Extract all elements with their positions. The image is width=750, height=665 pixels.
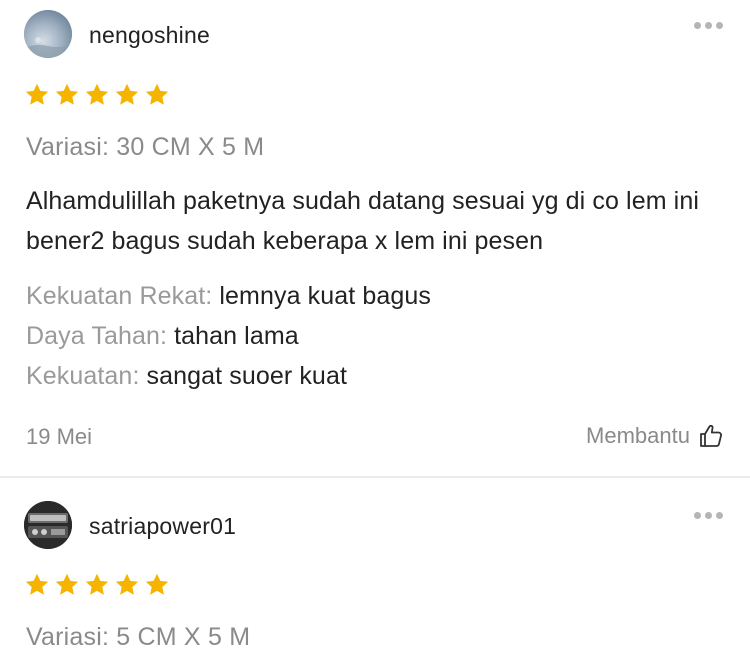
- star-icon: [85, 573, 109, 595]
- review-attribute: Kekuatan: sangat suoer kuat: [26, 362, 347, 391]
- review-attribute: Daya Tahan: tahan lama: [26, 322, 299, 351]
- star-icon: [115, 573, 139, 595]
- helpful-button[interactable]: Membantu: [586, 421, 724, 451]
- variation-label: Variasi: 5 CM X 5 M: [26, 623, 251, 651]
- attribute-key: Kekuatan:: [26, 362, 140, 390]
- device-avatar-image: [24, 501, 72, 549]
- attribute-value: sangat suoer kuat: [146, 362, 347, 390]
- review-card: satriapower01 Variasi: 5 CM X 5 M: [0, 478, 750, 665]
- rating-stars: [24, 572, 170, 598]
- star-icon: [115, 83, 139, 105]
- star-icon: [145, 83, 169, 105]
- star-icon: [25, 573, 49, 595]
- user-avatar[interactable]: [24, 501, 72, 549]
- username[interactable]: satriapower01: [89, 513, 236, 540]
- review-attribute: Kekuatan Rekat: lemnya kuat bagus: [26, 282, 431, 311]
- rating-stars: [24, 82, 170, 108]
- thumbs-up-icon: [700, 424, 722, 447]
- variation-label: Variasi: 30 CM X 5 M: [26, 133, 265, 161]
- helpful-label: Membantu: [586, 423, 690, 448]
- star-icon: [55, 573, 79, 595]
- username[interactable]: nengoshine: [89, 22, 210, 49]
- star-icon: [145, 573, 169, 595]
- review-card: nengoshine Variasi: 30 CM X 5 M Alhamdul…: [0, 0, 750, 476]
- review-date: 19 Mei: [26, 424, 93, 449]
- star-icon: [55, 83, 79, 105]
- more-options-icon[interactable]: [694, 22, 724, 30]
- attribute-key: Daya Tahan:: [26, 322, 168, 350]
- user-avatar[interactable]: [24, 10, 72, 58]
- more-options-icon[interactable]: [694, 512, 724, 520]
- attribute-key: Kekuatan Rekat:: [26, 282, 213, 310]
- attribute-value: tahan lama: [174, 322, 299, 350]
- review-comment: Alhamdulillah paketnya sudah datang sesu…: [26, 187, 699, 255]
- star-icon: [25, 83, 49, 105]
- star-icon: [85, 83, 109, 105]
- attribute-value: lemnya kuat bagus: [219, 282, 431, 310]
- sky-avatar-image: [24, 10, 72, 58]
